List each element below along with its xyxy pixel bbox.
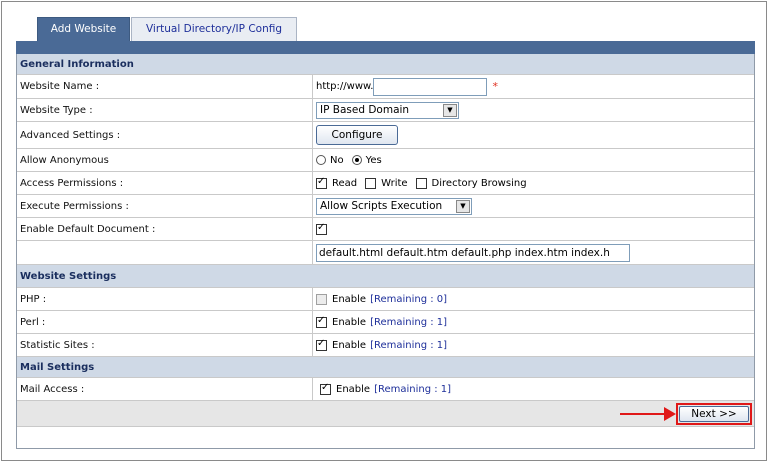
execute-permissions-select[interactable]: Allow Scripts Execution ▼ (316, 197, 472, 215)
row-website-name: Website Name : http://www. * (17, 75, 754, 99)
statistic-sites-label: Statistic Sites : (20, 339, 95, 351)
statistic-sites-enable-checkbox[interactable] (316, 338, 327, 351)
php-remaining: [Remaining : 0] (370, 293, 448, 305)
row-php: PHP : Enable [Remaining : 0] (17, 288, 754, 311)
execute-permissions-label: Execute Permissions : (20, 200, 129, 212)
mail-access-enable-label: Enable (336, 383, 371, 395)
php-enable-label: Enable (332, 293, 367, 305)
perl-remaining: [Remaining : 1] (370, 316, 448, 328)
anonymous-yes-radio[interactable] (351, 155, 362, 165)
statistic-sites-remaining: [Remaining : 1] (370, 339, 448, 351)
website-type-value: IP Based Domain (320, 104, 410, 116)
header-bar (16, 41, 755, 54)
row-perl: Perl : Enable [Remaining : 1] (17, 311, 754, 334)
perl-label: Perl : (20, 316, 46, 328)
execute-permissions-value: Allow Scripts Execution (320, 200, 443, 212)
form-panel: General Information Website Name : http:… (16, 54, 755, 449)
form-footer: Next >> (17, 401, 754, 427)
configure-button[interactable]: Configure (316, 125, 398, 145)
next-button[interactable]: Next >> (679, 406, 749, 422)
enable-default-document-label: Enable Default Document : (20, 223, 156, 235)
row-execute-permissions: Execute Permissions : Allow Scripts Exec… (17, 195, 754, 218)
directory-browsing-label: Directory Browsing (431, 177, 527, 189)
php-label: PHP : (20, 293, 47, 305)
row-advanced-settings: Advanced Settings : Configure (17, 122, 754, 149)
advanced-settings-label: Advanced Settings : (20, 129, 121, 141)
enable-default-document-checkbox[interactable] (316, 222, 327, 235)
read-checkbox[interactable] (316, 176, 327, 189)
row-allow-anonymous: Allow Anonymous No Yes (17, 149, 754, 172)
section-general-information: General Information (17, 54, 754, 75)
mail-access-enable-checkbox[interactable] (320, 382, 331, 395)
section-title: General Information (20, 59, 134, 70)
url-prefix: http://www. (316, 81, 374, 92)
website-type-label: Website Type : (20, 104, 93, 116)
row-enable-default-document: Enable Default Document : (17, 218, 754, 241)
website-type-select[interactable]: IP Based Domain ▼ (316, 101, 459, 119)
pointer-arrow-icon (620, 413, 666, 415)
dropdown-arrow-icon[interactable]: ▼ (456, 199, 470, 213)
website-name-label: Website Name : (20, 81, 100, 92)
perl-enable-label: Enable (332, 316, 367, 328)
section-title: Mail Settings (20, 362, 95, 373)
allow-anonymous-label: Allow Anonymous (20, 154, 109, 166)
mail-access-label: Mail Access : (20, 383, 85, 395)
row-statistic-sites: Statistic Sites : Enable [Remaining : 1] (17, 334, 754, 357)
section-title: Website Settings (20, 271, 117, 282)
anonymous-yes-label: Yes (365, 154, 382, 166)
write-label: Write (381, 177, 408, 189)
mail-access-remaining: [Remaining : 1] (374, 383, 452, 395)
row-mail-access: Mail Access : Enable [Remaining : 1] (17, 378, 754, 401)
next-button-highlight: Next >> (676, 403, 752, 425)
tab-add-website[interactable]: Add Website (37, 17, 130, 41)
php-enable-checkbox[interactable] (316, 293, 327, 305)
anonymous-no-radio[interactable] (316, 155, 326, 165)
read-label: Read (332, 177, 358, 189)
pointer-arrow-head-icon (664, 407, 676, 421)
required-mark: * (492, 80, 498, 93)
write-checkbox[interactable] (365, 177, 377, 189)
default-documents-input[interactable] (316, 243, 630, 262)
row-default-documents (17, 241, 754, 265)
directory-browsing-checkbox[interactable] (415, 177, 427, 189)
anonymous-no-label: No (330, 154, 344, 166)
section-website-settings: Website Settings (17, 265, 754, 288)
access-permissions-label: Access Permissions : (20, 177, 124, 189)
statistic-sites-enable-label: Enable (332, 339, 367, 351)
section-mail-settings: Mail Settings (17, 357, 754, 378)
row-access-permissions: Access Permissions : Read Write Director… (17, 172, 754, 195)
perl-enable-checkbox[interactable] (316, 315, 327, 328)
website-name-input[interactable] (373, 77, 488, 96)
tab-virtual-directory-ip-config[interactable]: Virtual Directory/IP Config (131, 17, 297, 41)
dropdown-arrow-icon[interactable]: ▼ (443, 103, 457, 117)
row-website-type: Website Type : IP Based Domain ▼ (17, 99, 754, 122)
